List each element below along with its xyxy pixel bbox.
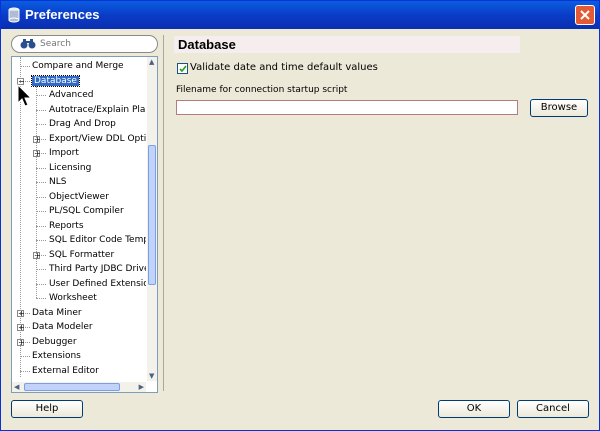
vertical-scroll-thumb[interactable] xyxy=(148,145,156,285)
tree-connector xyxy=(20,370,30,372)
tree-item[interactable]: NLS xyxy=(49,175,66,189)
tree-item-label: Data Modeler xyxy=(32,322,93,332)
help-button[interactable]: Help xyxy=(11,400,83,418)
tree-item[interactable]: SQL Formatter xyxy=(49,248,114,262)
tree-connector xyxy=(36,95,46,96)
title-bar[interactable]: Preferences xyxy=(1,1,599,29)
tree-item-label: SQL Editor Code Templa xyxy=(49,235,146,245)
tree-item[interactable]: PL/SQL Compiler xyxy=(49,204,124,218)
validate-date-checkbox[interactable] xyxy=(177,63,188,74)
tree-item[interactable]: SQL Editor Code Templa xyxy=(49,233,146,247)
binoculars-icon xyxy=(20,39,36,49)
tree-item[interactable]: Drag And Drop xyxy=(49,117,116,131)
tree-connector xyxy=(36,298,46,299)
tree-connector xyxy=(36,85,37,298)
tree-connector xyxy=(36,167,46,169)
tree-connector xyxy=(36,182,46,183)
tree-item-label: Compare and Merge xyxy=(32,61,124,71)
tree-connector xyxy=(36,225,46,227)
tree-item[interactable]: Data Modeler xyxy=(32,320,93,334)
close-button[interactable] xyxy=(575,5,595,25)
tree-item-label: External Editor xyxy=(32,365,99,376)
tree-item-label: Database xyxy=(31,74,80,87)
window-title: Preferences xyxy=(25,7,100,22)
browse-button[interactable]: Browse xyxy=(530,99,588,117)
tree-item[interactable]: Autotrace/Explain Plan xyxy=(49,103,146,117)
tree-connector xyxy=(36,124,46,125)
tree-item-label: Licensing xyxy=(49,162,92,173)
checkmark-icon xyxy=(179,65,187,73)
scroll-up-icon[interactable]: ▲ xyxy=(149,58,154,66)
tree-item[interactable]: Third Party JDBC Driver xyxy=(49,262,146,276)
startup-script-label: Filename for connection startup script xyxy=(176,85,348,95)
ok-button[interactable]: OK xyxy=(438,400,510,418)
tree-item[interactable]: ObjectViewer xyxy=(49,190,109,204)
tree-item-label: Export/View DDL Option xyxy=(49,133,146,144)
tree-item-label: Autotrace/Explain Plan xyxy=(49,104,146,115)
scroll-left-icon[interactable]: ◀ xyxy=(14,383,19,391)
tree-item[interactable]: Worksheet xyxy=(49,291,97,305)
tree-connector xyxy=(36,240,46,241)
tree-item-label: Worksheet xyxy=(49,293,97,303)
tree-item[interactable]: Export/View DDL Option xyxy=(49,132,146,146)
tree-item-label: Data Miner xyxy=(32,307,82,318)
tree-connector xyxy=(36,283,46,285)
tree-connector xyxy=(36,109,46,111)
tree-item[interactable]: Import xyxy=(49,146,79,160)
tree-item-label: Advanced xyxy=(49,90,94,100)
tree-item-label: User Defined Extension xyxy=(49,278,146,289)
scroll-right-icon[interactable]: ▶ xyxy=(139,383,144,391)
close-icon xyxy=(580,10,590,20)
tree-item-label: Debugger xyxy=(32,336,77,347)
horizontal-scroll-thumb[interactable] xyxy=(24,383,120,391)
tree-item[interactable]: Database xyxy=(31,74,80,88)
tree-item[interactable]: Debugger xyxy=(32,335,77,349)
tree-connector xyxy=(20,356,30,357)
tree-item-label: ObjectViewer xyxy=(49,191,109,202)
panel-header: Database xyxy=(174,36,520,53)
tree-item-label: SQL Formatter xyxy=(49,249,115,260)
scroll-down-icon[interactable]: ▼ xyxy=(149,372,154,380)
search-box[interactable] xyxy=(11,35,158,53)
tree-item-label: Import xyxy=(49,148,79,158)
preferences-tree[interactable]: Compare and Merge − Database Advanced Autotr… xyxy=(11,56,158,393)
startup-script-field[interactable] xyxy=(176,100,518,115)
tree-item[interactable]: External Editor xyxy=(32,364,99,378)
tree-item[interactable]: Compare and Merge xyxy=(32,59,124,73)
tree-item-label: NLS xyxy=(49,177,67,187)
tree-connector xyxy=(36,211,46,212)
tree-connector xyxy=(36,269,46,270)
cancel-button[interactable]: Cancel xyxy=(517,400,589,418)
tree-item-label: Drag And Drop xyxy=(49,119,116,129)
tree-item[interactable]: User Defined Extension xyxy=(49,277,146,291)
tree-item-label: Extensions xyxy=(32,351,81,361)
app-icon xyxy=(8,7,20,23)
tree-item-label: Reports xyxy=(49,220,84,231)
tree-item[interactable]: Data Miner xyxy=(32,306,82,320)
panel-title: Database xyxy=(178,37,236,52)
tree-item-label: Third Party JDBC Driver xyxy=(49,264,146,274)
tree-item[interactable]: Advanced xyxy=(49,88,93,102)
tree-item[interactable]: Reports xyxy=(49,219,84,233)
tree-horizontal-scrollbar[interactable]: ◀ ▶ xyxy=(12,382,146,392)
tree-item-label: PL/SQL Compiler xyxy=(49,206,124,216)
validate-date-label[interactable]: Validate date and time default values xyxy=(190,62,378,73)
panel-splitter[interactable] xyxy=(163,35,164,391)
mouse-pointer-icon xyxy=(17,84,33,107)
search-input[interactable] xyxy=(40,37,150,50)
tree-item[interactable]: Licensing xyxy=(49,161,91,175)
tree-connector xyxy=(20,66,30,67)
tree-vertical-scrollbar[interactable]: ▲ ▼ xyxy=(147,57,157,381)
tree-item[interactable]: Extensions xyxy=(32,349,81,363)
tree-connector xyxy=(36,196,46,198)
